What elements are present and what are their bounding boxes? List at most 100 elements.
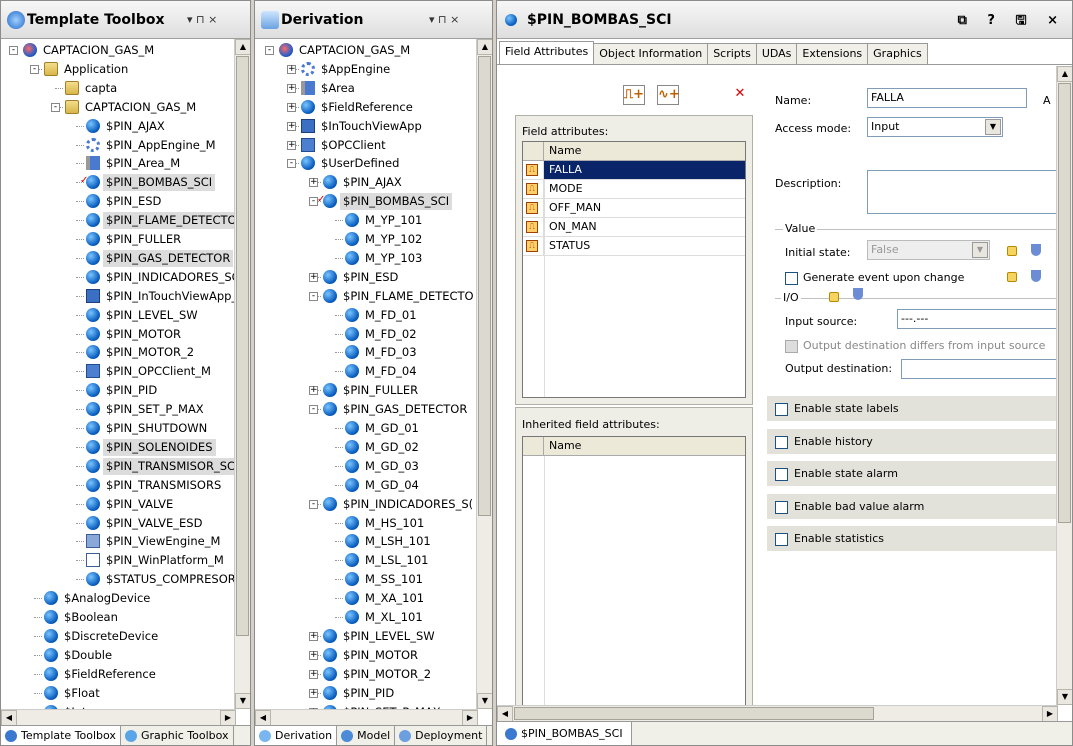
generate-event-checkbox[interactable] xyxy=(785,272,798,285)
tree-item[interactable]: $Double xyxy=(1,646,234,665)
enable-bad-value-alarm-checkbox[interactable] xyxy=(775,501,788,514)
scroll-up-button[interactable]: ▲ xyxy=(1057,66,1072,82)
tree-item[interactable]: + $PIN_FULLER xyxy=(255,381,476,400)
tree-item[interactable]: - CAPTACION_GAS_M xyxy=(255,41,476,60)
tab-template-toolbox[interactable]: Template Toolbox xyxy=(1,726,121,745)
tree-item[interactable]: $FieldReference xyxy=(1,665,234,684)
expand-icon[interactable]: + xyxy=(287,83,296,93)
name-column-header[interactable]: Name xyxy=(544,142,745,160)
tree-item[interactable]: + $Area xyxy=(255,79,476,98)
enable-statistics-checkbox[interactable] xyxy=(775,533,788,546)
derivation-window-controls[interactable]: ▾ ⊓ × xyxy=(429,13,459,26)
tree-item[interactable]: $PIN_ESD xyxy=(1,192,234,211)
name-column-header[interactable]: Name xyxy=(544,437,745,455)
tree-item[interactable]: M_YP_103 xyxy=(255,249,476,268)
tree-item[interactable]: M_GD_04 xyxy=(255,476,476,495)
tree-item[interactable]: $Float xyxy=(1,684,234,703)
output-destination-field[interactable] xyxy=(901,359,1056,379)
lock-icon[interactable] xyxy=(829,292,839,302)
field-attribute-row[interactable]: ⎍ OFF_MAN xyxy=(523,199,745,218)
tree-item[interactable]: + $PIN_MOTOR xyxy=(255,646,476,665)
tree-item[interactable]: $PIN_INDICADORES_SC xyxy=(1,268,234,287)
tree-item[interactable]: M_YP_102 xyxy=(255,230,476,249)
collapse-icon[interactable]: - xyxy=(9,46,18,55)
shield-icon[interactable] xyxy=(1031,244,1041,256)
collapse-icon[interactable]: - xyxy=(309,291,318,301)
collapse-icon[interactable]: - xyxy=(309,405,318,415)
tree-item[interactable]: $PIN_TRANSMISOR_SCI xyxy=(1,457,234,476)
add-analog-attribute-button[interactable]: ∿+ xyxy=(657,85,680,105)
editor-window-controls[interactable]: ⧉ ? 🖫 × xyxy=(958,11,1066,33)
scroll-thumb[interactable] xyxy=(236,56,249,636)
expand-icon[interactable]: + xyxy=(309,272,318,282)
collapse-icon[interactable]: - xyxy=(309,499,318,509)
tab-graphic-toolbox[interactable]: Graphic Toolbox xyxy=(121,726,234,745)
tab-deployment[interactable]: Deployment xyxy=(395,726,488,745)
tree-item[interactable]: M_SS_101 xyxy=(255,570,476,589)
tree-item[interactable]: - ✓ $PIN_BOMBAS_SCI xyxy=(255,192,476,211)
expand-icon[interactable]: + xyxy=(309,688,318,698)
tree-item[interactable]: $PIN_AJAX xyxy=(1,117,234,136)
tree-item[interactable]: capta xyxy=(1,79,234,98)
tab-extensions[interactable]: Extensions xyxy=(796,43,869,64)
tree-item[interactable]: M_GD_01 xyxy=(255,419,476,438)
expand-icon[interactable]: + xyxy=(309,631,318,641)
tree-item[interactable]: M_GD_02 xyxy=(255,438,476,457)
tree-item[interactable]: $PIN_AppEngine_M xyxy=(1,136,234,155)
field-attribute-row[interactable]: ⎍ STATUS xyxy=(523,237,745,256)
expand-icon[interactable]: + xyxy=(309,386,318,396)
tree-item[interactable]: $PIN_LEVEL_SW xyxy=(1,306,234,325)
scroll-down-button[interactable]: ▼ xyxy=(235,693,250,709)
tree-item[interactable]: M_XL_101 xyxy=(255,608,476,627)
tree-item[interactable]: M_FD_03 xyxy=(255,343,476,362)
scroll-up-button[interactable]: ▲ xyxy=(477,39,492,55)
tree-item[interactable]: M_XA_101 xyxy=(255,589,476,608)
expand-icon[interactable]: + xyxy=(287,121,296,131)
tree-item[interactable]: $PIN_InTouchViewApp_I xyxy=(1,287,234,306)
lock-icon[interactable] xyxy=(1007,246,1017,256)
scroll-left-button[interactable]: ◀ xyxy=(1,710,17,726)
expand-icon[interactable]: + xyxy=(309,650,318,660)
tree-item[interactable]: $PIN_WinPlatform_M xyxy=(1,551,234,570)
tab-derivation[interactable]: Derivation xyxy=(255,726,338,745)
field-attribute-row[interactable]: ⎍ MODE xyxy=(523,180,745,199)
editor-vertical-scrollbar[interactable]: ▲ ▼ xyxy=(1056,66,1072,705)
tree-item[interactable]: + $InTouchViewApp xyxy=(255,117,476,136)
shield-icon[interactable] xyxy=(853,288,863,300)
tree-item[interactable]: $AnalogDevice xyxy=(1,589,234,608)
add-discrete-attribute-button[interactable]: ⎍+ xyxy=(623,85,645,105)
tab-graphics[interactable]: Graphics xyxy=(867,43,928,64)
tab-field-attributes[interactable]: Field Attributes xyxy=(499,41,595,64)
expand-icon[interactable]: + xyxy=(287,64,296,74)
document-tab[interactable]: $PIN_BOMBAS_SCI xyxy=(497,722,632,745)
toolbox-vertical-scrollbar[interactable]: ▲ ▼ xyxy=(234,39,250,709)
tab-scripts[interactable]: Scripts xyxy=(707,43,757,64)
expand-icon[interactable]: + xyxy=(287,102,296,112)
tree-item[interactable]: $PIN_MOTOR xyxy=(1,325,234,344)
scroll-left-button[interactable]: ◀ xyxy=(497,706,513,722)
tree-item[interactable]: M_FD_02 xyxy=(255,325,476,344)
tree-item[interactable]: $PIN_FLAME_DETECTOR xyxy=(1,211,234,230)
tree-item[interactable]: $PIN_VALVE xyxy=(1,495,234,514)
scroll-down-button[interactable]: ▼ xyxy=(1057,689,1072,705)
tree-item[interactable]: $PIN_TRANSMISORS xyxy=(1,476,234,495)
scroll-right-button[interactable]: ▶ xyxy=(220,710,236,726)
chevron-down-icon[interactable]: ▼ xyxy=(985,119,1001,135)
tree-item[interactable]: $PIN_FULLER xyxy=(1,230,234,249)
tree-item[interactable]: $Boolean xyxy=(1,608,234,627)
access-mode-select[interactable]: Input ▼ xyxy=(867,117,1003,137)
tree-item[interactable]: ✓ $PIN_BOMBAS_SCI xyxy=(1,173,234,192)
field-attribute-row[interactable]: ⎍ ON_MAN xyxy=(523,218,745,237)
tree-item[interactable]: $PIN_SHUTDOWN xyxy=(1,419,234,438)
scroll-right-button[interactable]: ▶ xyxy=(462,710,478,726)
tree-item[interactable]: $STATUS_COMPRESOR_ xyxy=(1,570,234,589)
tab-object-information[interactable]: Object Information xyxy=(593,43,709,64)
tree-item[interactable]: M_LSL_101 xyxy=(255,551,476,570)
tree-item[interactable]: $PIN_OPCClient_M xyxy=(1,362,234,381)
tree-item[interactable]: $PIN_GAS_DETECTOR xyxy=(1,249,234,268)
scroll-thumb[interactable] xyxy=(514,707,874,720)
tree-item[interactable]: - $UserDefined xyxy=(255,154,476,173)
input-source-field[interactable]: ---.--- xyxy=(897,309,1056,329)
tree-item[interactable]: $PIN_SOLENOIDES xyxy=(1,438,234,457)
scroll-right-button[interactable]: ▶ xyxy=(1042,706,1058,722)
